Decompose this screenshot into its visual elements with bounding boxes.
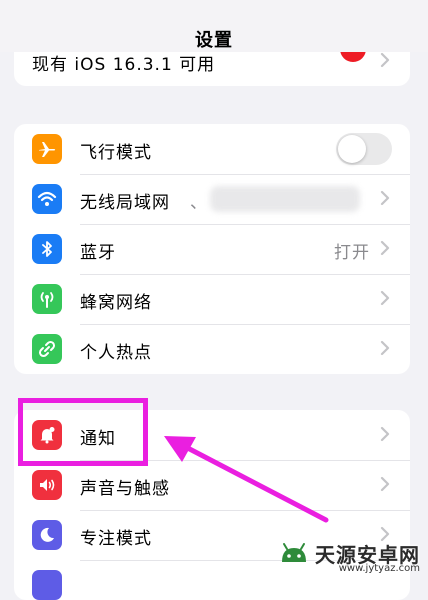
watermark: 天源安卓网 www.jytyaz.com — [277, 536, 420, 574]
pointer-arrow — [164, 436, 329, 523]
watermark-url: www.jytyaz.com — [338, 563, 420, 574]
android-logo-icon — [282, 543, 306, 562]
